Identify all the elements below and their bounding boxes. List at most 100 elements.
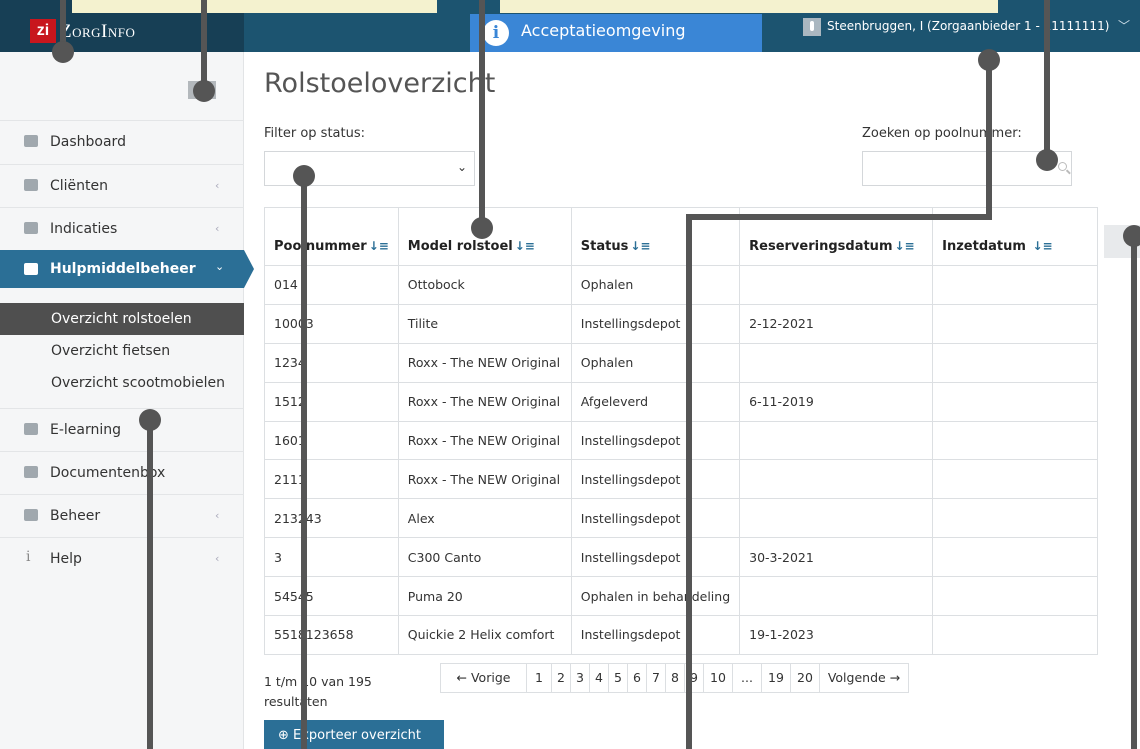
- book-icon: [24, 423, 38, 435]
- sidebar-item-clienten[interactable]: Cliënten ‹: [0, 164, 244, 207]
- chevron-down-icon: ⌄: [215, 260, 225, 273]
- table-row[interactable]: 54545 Puma 20 Ophalen in behandeling: [264, 576, 1098, 617]
- sub-item-label: Overzicht rolstoelen: [51, 311, 192, 327]
- search-icon: [1058, 162, 1067, 171]
- table-cell: Ophalen: [570, 342, 741, 383]
- table-cell: [739, 498, 934, 539]
- table-row[interactable]: 3 C300 Canto Instellingsdepot 30-3-2021: [264, 537, 1098, 578]
- sort-icon: ↓≡: [630, 239, 651, 253]
- table-cell: Ottobock: [397, 265, 572, 305]
- pagination-page-button[interactable]: 2: [551, 664, 570, 692]
- sidebar-item-beheer[interactable]: Beheer ‹: [0, 494, 244, 537]
- table-cell: 014: [264, 265, 399, 305]
- table-cell: 10003: [264, 303, 399, 344]
- sidebar-item-indicaties[interactable]: Indicaties ‹: [0, 207, 244, 250]
- sidebar-item-label: Help: [50, 551, 82, 567]
- table-cell: [932, 615, 1098, 655]
- pagination-page-button[interactable]: 19: [761, 664, 790, 692]
- results-summary: 1 t/m 10 van 195 resultaten: [264, 674, 372, 709]
- table-cell: Instellingsdepot: [570, 420, 741, 461]
- sidebar-item-help[interactable]: i Help ‹: [0, 537, 244, 580]
- sidebar-item-hulpmiddelbeheer[interactable]: Hulpmiddelbeheer ⌄: [0, 250, 244, 288]
- sub-item-overzicht-rolstoelen[interactable]: Overzicht rolstoelen: [0, 303, 244, 335]
- pagination-page-button[interactable]: 6: [627, 664, 646, 692]
- table-cell: 6-11-2019: [739, 381, 934, 422]
- annotation-line: [1131, 236, 1137, 749]
- table-cell: 30-3-2021: [739, 537, 934, 578]
- pagination: ← Vorige 1 2 3 4 5 6 7 8 9 10... 19 20 Volgende →: [440, 663, 909, 693]
- table-cell: [932, 537, 1098, 578]
- sort-icon: ↓≡: [514, 239, 535, 253]
- table-cell: [739, 342, 934, 383]
- table-cell: [932, 576, 1098, 617]
- table-cell: Afgeleverd: [570, 381, 741, 422]
- table-cell: 1512: [264, 381, 399, 422]
- table-cell: [932, 381, 1098, 422]
- pagination-page-button[interactable]: 5: [608, 664, 627, 692]
- table-cell: Ophalen: [570, 265, 741, 305]
- annotation-line: [147, 420, 153, 749]
- pagination-page-button[interactable]: 1: [526, 664, 551, 692]
- table-row[interactable]: 5518123658 Quickie 2 Helix comfort Instell…: [264, 615, 1098, 655]
- table-cell: [739, 420, 934, 461]
- pagination-page-button[interactable]: ...: [732, 664, 761, 692]
- sidebar-item-dashboard[interactable]: Dashboard: [0, 120, 244, 163]
- table-cell: [739, 265, 934, 305]
- annotation-dot: [1036, 149, 1058, 171]
- annotation-line: [301, 176, 307, 749]
- gears-icon: [24, 509, 38, 521]
- users-icon: [24, 179, 38, 191]
- annotation-dot: [52, 41, 74, 63]
- pagination-next-button[interactable]: Volgende →: [819, 664, 908, 692]
- annotation-line: [201, 0, 207, 85]
- archive-icon: [24, 466, 38, 478]
- table-row[interactable]: 1512 Roxx - The NEW Original Afgeleverd 6-1…: [264, 381, 1098, 422]
- column-header-label: Model rolstoel: [407, 239, 513, 254]
- pagination-prev-button[interactable]: ← Vorige: [441, 664, 526, 692]
- annotation-line: [686, 214, 692, 749]
- table-cell: Roxx - The NEW Original: [397, 381, 572, 422]
- sub-item-overzicht-fietsen[interactable]: Overzicht fietsen: [0, 335, 244, 367]
- column-header-poolnummer[interactable]: Poolnummer ↓≡: [264, 207, 399, 266]
- pagination-page-button[interactable]: 8: [665, 664, 684, 692]
- chevron-left-icon: ‹: [215, 509, 220, 522]
- table-row[interactable]: 10003 Tilite Instellingsdepot 2-12-2021: [264, 303, 1098, 344]
- info-icon: i: [483, 20, 509, 46]
- pagination-page-button[interactable]: 7: [646, 664, 665, 692]
- environment-label: Acceptatieomgeving: [521, 21, 686, 40]
- sidebar-item-label: Beheer: [50, 508, 101, 524]
- table-cell: Puma 20: [397, 576, 572, 617]
- chevron-down-icon[interactable]: ⌄: [457, 160, 467, 174]
- table-cell: C300 Canto: [397, 537, 572, 578]
- table-row[interactable]: 014 Ottobock Ophalen: [264, 265, 1098, 305]
- page: zi ZorgInfo i Acceptatieomgeving Steenbr…: [0, 0, 1140, 749]
- table-row[interactable]: 2111 Roxx - The NEW Original Instellingsde…: [264, 459, 1098, 500]
- table-cell: Instellingsdepot: [570, 498, 741, 539]
- table-cell: Tilite: [397, 303, 572, 344]
- active-indicator: [244, 250, 254, 288]
- pagination-page-button[interactable]: 20: [790, 664, 819, 692]
- chevron-down-icon[interactable]: ﹀: [1118, 17, 1130, 34]
- user-menu[interactable]: Steenbruggen, I (Zorgaanbieder 1 - 11111…: [827, 19, 1109, 33]
- annotation-line: [686, 214, 992, 220]
- table-cell: Instellingsdepot: [570, 537, 741, 578]
- table-cell: 54545: [264, 576, 399, 617]
- pagination-page-button[interactable]: 4: [589, 664, 608, 692]
- ambulance-icon: [24, 263, 38, 275]
- table-cell: [932, 498, 1098, 539]
- pagination-page-button[interactable]: 3: [570, 664, 589, 692]
- pagination-page-button[interactable]: 10: [703, 664, 732, 692]
- export-button[interactable]: ⊕ Exporteer overzicht: [264, 720, 444, 749]
- table-cell: 5518123658: [264, 615, 399, 655]
- sidebar-item-documentenbox[interactable]: Documentenbox: [0, 451, 244, 494]
- table-cell: Alex: [397, 498, 572, 539]
- sub-item-overzicht-scootmobielen[interactable]: Overzicht scootmobielen: [0, 367, 244, 399]
- table-row[interactable]: 1601 Roxx - The NEW Original Instellingsde…: [264, 420, 1098, 461]
- home-icon: [24, 135, 38, 147]
- sidebar-item-label: Indicaties: [50, 221, 118, 237]
- table-row[interactable]: 213243 Alex Instellingsdepot: [264, 498, 1098, 539]
- sidebar-item-e-learning[interactable]: E-learning: [0, 408, 244, 451]
- table-cell: [932, 459, 1098, 500]
- table-row[interactable]: 1234 Roxx - The NEW Original Ophalen: [264, 342, 1098, 383]
- annotation-line: [60, 0, 66, 45]
